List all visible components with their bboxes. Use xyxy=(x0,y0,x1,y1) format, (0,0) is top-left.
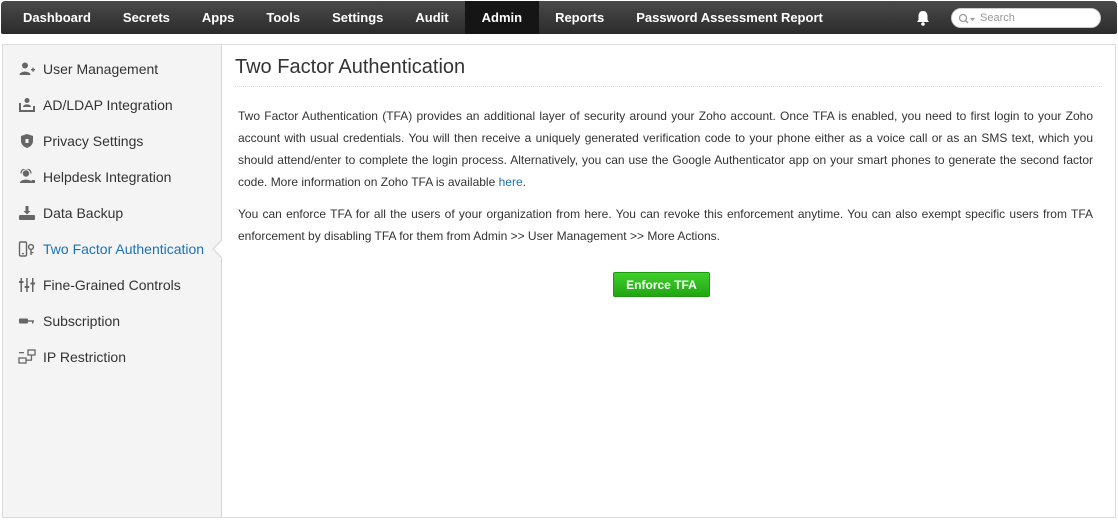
sliders-icon xyxy=(18,277,36,293)
sidebar-item-label: Helpdesk Integration xyxy=(43,169,172,185)
tfa-description-end: . xyxy=(522,175,526,189)
backup-icon xyxy=(18,205,36,221)
directory-icon xyxy=(18,97,36,113)
sidebar-item-label: Privacy Settings xyxy=(43,133,144,149)
more-info-link[interactable]: here xyxy=(499,175,523,189)
title-divider xyxy=(235,86,1102,87)
nav-audit[interactable]: Audit xyxy=(399,1,464,34)
bell-icon[interactable] xyxy=(914,9,932,27)
sidebar-item-label: Subscription xyxy=(43,313,121,329)
shield-icon xyxy=(18,133,36,149)
sidebar-item-ad-ldap[interactable]: AD/LDAP Integration xyxy=(3,87,222,123)
network-icon xyxy=(18,349,36,365)
admin-sidebar: User Management AD/LDAP Integration Priv… xyxy=(2,44,223,518)
nav-password-assessment-report[interactable]: Password Assessment Report xyxy=(620,1,839,34)
sidebar-item-label: Data Backup xyxy=(43,205,124,221)
tfa-description-text: Two Factor Authentication (TFA) provides… xyxy=(238,109,1093,189)
nav-admin[interactable]: Admin xyxy=(464,1,540,34)
nav-tools[interactable]: Tools xyxy=(250,1,316,34)
tfa-description: Two Factor Authentication (TFA) provides… xyxy=(238,105,1093,193)
sidebar-item-label: IP Restriction xyxy=(43,349,126,365)
page-title: Two Factor Authentication xyxy=(235,56,466,78)
search-box[interactable] xyxy=(951,8,1101,28)
sidebar-item-two-factor-authentication[interactable]: Two Factor Authentication xyxy=(3,231,223,267)
sidebar-item-fine-grained-controls[interactable]: Fine-Grained Controls xyxy=(3,267,222,303)
helpdesk-icon xyxy=(18,169,36,185)
nav-reports[interactable]: Reports xyxy=(539,1,620,34)
top-nav-bar: Dashboard Secrets Apps Tools Settings Au… xyxy=(1,1,1117,34)
sidebar-item-helpdesk-integration[interactable]: Helpdesk Integration xyxy=(3,159,222,195)
sidebar-item-ip-restriction[interactable]: IP Restriction xyxy=(3,339,222,375)
sidebar-item-label: Fine-Grained Controls xyxy=(43,277,181,293)
user-add-icon xyxy=(18,61,36,77)
sidebar-item-privacy-settings[interactable]: Privacy Settings xyxy=(3,123,222,159)
sidebar-item-label: User Management xyxy=(43,61,159,77)
search-input[interactable] xyxy=(980,12,1090,24)
sidebar-item-data-backup[interactable]: Data Backup xyxy=(3,195,222,231)
nav-settings[interactable]: Settings xyxy=(316,1,399,34)
tfa-icon xyxy=(18,241,36,257)
nav-apps[interactable]: Apps xyxy=(186,1,251,34)
sidebar-item-label: Two Factor Authentication xyxy=(43,241,205,257)
enforce-tfa-button[interactable]: Enforce TFA xyxy=(613,272,710,297)
sidebar-item-subscription[interactable]: Subscription xyxy=(3,303,222,339)
sidebar-item-user-management[interactable]: User Management xyxy=(3,51,222,87)
key-icon xyxy=(18,313,36,329)
nav-secrets[interactable]: Secrets xyxy=(107,1,186,34)
search-icon[interactable] xyxy=(958,12,976,24)
nav-dashboard[interactable]: Dashboard xyxy=(7,1,107,34)
sidebar-item-label: AD/LDAP Integration xyxy=(43,97,173,113)
tfa-enforce-description: You can enforce TFA for all the users of… xyxy=(238,207,1093,243)
main-nav: Dashboard Secrets Apps Tools Settings Au… xyxy=(1,1,839,34)
main-content: Two Factor Authentication Two Factor Aut… xyxy=(222,44,1116,518)
